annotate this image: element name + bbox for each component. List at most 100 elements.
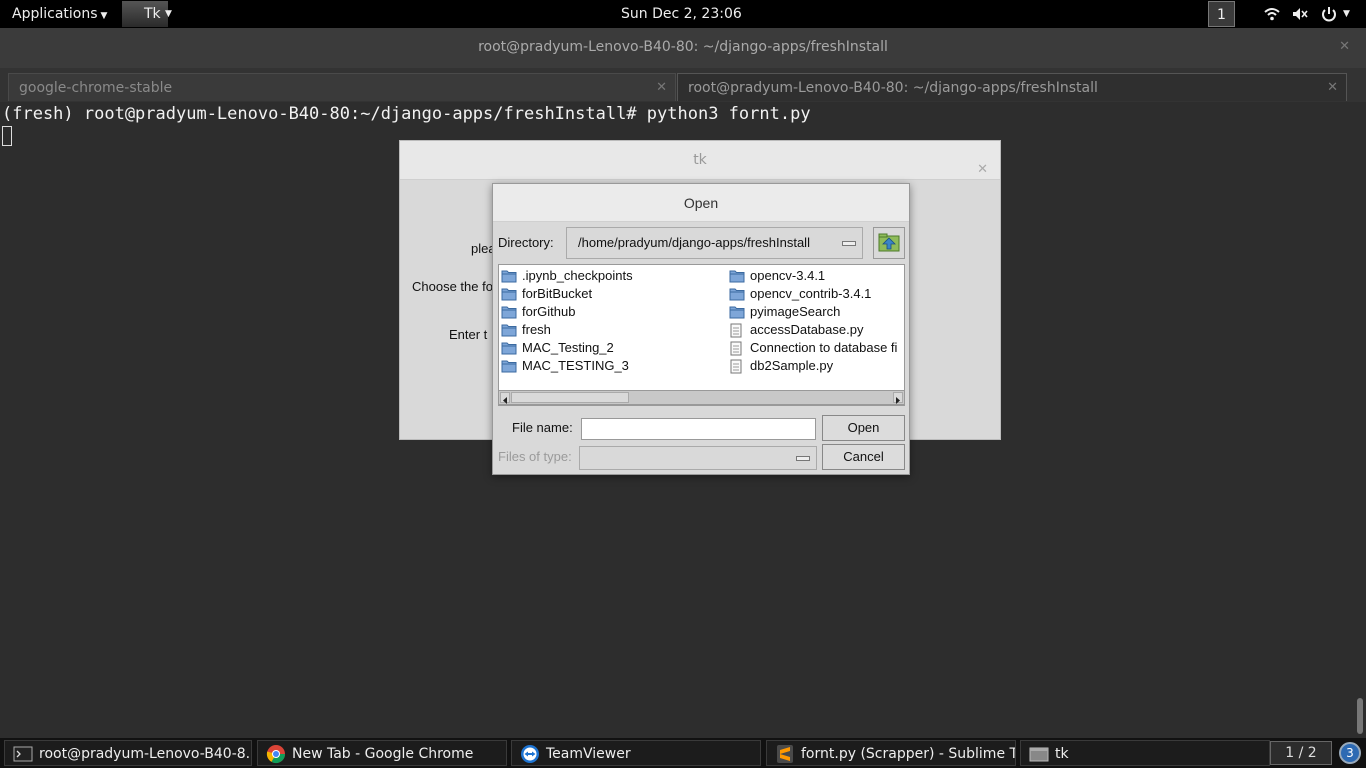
- task-teamviewer[interactable]: TeamViewer: [511, 740, 761, 766]
- wifi-icon[interactable]: [1263, 5, 1281, 23]
- chevron-down-icon: ▼: [1343, 9, 1350, 19]
- terminal-tab-bar: google-chrome-stable ✕ root@pradyum-Leno…: [0, 68, 1366, 102]
- task-sublime-text[interactable]: fornt.py (Scrapper) - Sublime Te...: [766, 740, 1016, 766]
- item-label: forGithub: [522, 304, 576, 319]
- chrome-icon: [266, 745, 285, 764]
- file-item[interactable]: accessDatabase.py: [727, 321, 863, 339]
- folder-item[interactable]: opencv_contrib-3.4.1: [727, 285, 871, 303]
- item-label: db2Sample.py: [750, 358, 834, 373]
- task-label: fornt.py (Scrapper) - Sublime Te...: [801, 746, 1016, 762]
- folder-icon: [501, 342, 517, 355]
- folder-icon: [501, 288, 517, 301]
- folder-item[interactable]: MAC_Testing_2: [499, 339, 614, 357]
- task-google-chrome[interactable]: New Tab - Google Chrome: [257, 740, 507, 766]
- item-label: MAC_Testing_2: [522, 340, 614, 355]
- folder-icon: [729, 288, 745, 301]
- top-bar: Applications ▼ Tk ▼ Sun Dec 2, 23:06 1 ▼: [0, 0, 1366, 28]
- tk-title-text: tk: [693, 152, 707, 168]
- tab-label: root@pradyum-Lenovo-B40-80: ~/django-app…: [688, 80, 1098, 96]
- scroll-left-icon[interactable]: [500, 392, 510, 404]
- taskbar: root@pradyum-Lenovo-B40-8... New Tab - G…: [0, 738, 1366, 768]
- file-icon: [730, 359, 742, 374]
- close-icon[interactable]: ✕: [656, 74, 667, 102]
- folder-item[interactable]: fresh: [499, 321, 551, 339]
- task-label: root@pradyum-Lenovo-B40-8...: [39, 746, 252, 762]
- folder-item[interactable]: pyimageSearch: [727, 303, 840, 321]
- parent-directory-button[interactable]: [873, 227, 905, 259]
- folder-icon: [501, 270, 517, 283]
- close-icon[interactable]: ✕: [977, 151, 988, 189]
- close-icon[interactable]: ✕: [1327, 74, 1338, 102]
- scrollbar-thumb[interactable]: [511, 392, 629, 403]
- files-of-type-select[interactable]: [579, 446, 817, 470]
- files-of-type-label: Files of type:: [498, 449, 572, 464]
- app-menu-tk[interactable]: Tk: [122, 1, 168, 27]
- item-label: accessDatabase.py: [750, 322, 864, 337]
- tk-label-enter: Enter t: [449, 327, 488, 342]
- folder-item[interactable]: forBitBucket: [499, 285, 592, 303]
- folder-icon: [501, 360, 517, 373]
- folder-item[interactable]: forGithub: [499, 303, 575, 321]
- scrollbar-thumb[interactable]: [1357, 698, 1363, 734]
- directory-select[interactable]: /home/pradyum/django-apps/freshInstall: [566, 227, 863, 259]
- tk-label-choose: Choose the fo: [412, 279, 493, 294]
- terminal-window-title: root@pradyum-Lenovo-B40-80: ~/django-app…: [0, 28, 1366, 68]
- file-name-input[interactable]: [581, 418, 816, 440]
- applications-menu[interactable]: Applications ▼: [12, 0, 107, 28]
- notification-badge[interactable]: 3: [1339, 742, 1361, 764]
- file-list-horizontal-scrollbar[interactable]: [498, 390, 905, 405]
- volume-muted-icon[interactable]: [1291, 5, 1309, 23]
- directory-value: /home/pradyum/django-apps/freshInstall: [578, 235, 810, 250]
- teamviewer-icon: [521, 745, 539, 763]
- file-icon: [730, 323, 742, 338]
- dropdown-icon: [796, 456, 810, 461]
- workspace-pager[interactable]: 1 / 2: [1270, 741, 1332, 765]
- open-button[interactable]: Open: [822, 415, 905, 441]
- terminal-icon: [13, 746, 33, 762]
- clock[interactable]: Sun Dec 2, 23:06: [621, 0, 742, 28]
- file-name-label: File name:: [512, 420, 573, 435]
- sublime-icon: [777, 745, 793, 763]
- terminal-title-text: root@pradyum-Lenovo-B40-80: ~/django-app…: [478, 39, 888, 55]
- folder-item[interactable]: MAC_TESTING_3: [499, 357, 629, 375]
- task-label: New Tab - Google Chrome: [292, 746, 474, 762]
- folder-icon: [501, 306, 517, 319]
- applications-label: Applications: [12, 6, 98, 22]
- app-menu-label: Tk: [144, 6, 161, 22]
- item-label: forBitBucket: [522, 286, 593, 301]
- cancel-button[interactable]: Cancel: [822, 444, 905, 470]
- tab-google-chrome-stable[interactable]: google-chrome-stable ✕: [8, 73, 676, 101]
- open-file-dialog: Open Directory: /home/pradyum/django-app…: [492, 183, 910, 475]
- terminal-cursor: [2, 126, 12, 146]
- scroll-right-icon[interactable]: [893, 392, 903, 404]
- item-label: opencv-3.4.1: [750, 268, 826, 283]
- item-label: Connection to database fi: [750, 340, 898, 355]
- dropdown-icon: [842, 241, 856, 246]
- file-icon: [730, 341, 742, 356]
- terminal-scrollbar[interactable]: [1354, 102, 1366, 738]
- terminal-command-line: (fresh) root@pradyum-Lenovo-B40-80:~/dja…: [2, 104, 811, 124]
- tk-window-title: tk ✕: [400, 141, 1000, 180]
- task-tk[interactable]: tk: [1020, 740, 1270, 766]
- folder-icon: [729, 270, 745, 283]
- chevron-down-icon: ▼: [165, 9, 172, 19]
- file-list[interactable]: .ipynb_checkpoints forBitBucket forGithub f…: [498, 264, 905, 406]
- folder-item[interactable]: opencv-3.4.1: [727, 267, 825, 285]
- task-terminal[interactable]: root@pradyum-Lenovo-B40-8...: [4, 740, 252, 766]
- tab-terminal-freshinstall[interactable]: root@pradyum-Lenovo-B40-80: ~/django-app…: [677, 73, 1347, 101]
- item-label: pyimageSearch: [750, 304, 841, 319]
- chevron-down-icon: ▼: [100, 11, 108, 21]
- tab-label: google-chrome-stable: [19, 80, 173, 96]
- folder-up-icon: [878, 233, 900, 252]
- close-icon[interactable]: ✕: [1339, 28, 1350, 66]
- power-icon[interactable]: [1320, 5, 1338, 23]
- folder-item[interactable]: .ipynb_checkpoints: [499, 267, 633, 285]
- workspace-indicator[interactable]: 1: [1208, 1, 1235, 27]
- item-label: .ipynb_checkpoints: [522, 268, 633, 283]
- task-label: tk: [1055, 746, 1069, 762]
- folder-icon: [501, 324, 517, 337]
- item-label: MAC_TESTING_3: [522, 358, 629, 373]
- file-item[interactable]: db2Sample.py: [727, 357, 833, 375]
- tk-window-icon: [1029, 747, 1049, 762]
- file-item[interactable]: Connection to database fi: [727, 339, 897, 357]
